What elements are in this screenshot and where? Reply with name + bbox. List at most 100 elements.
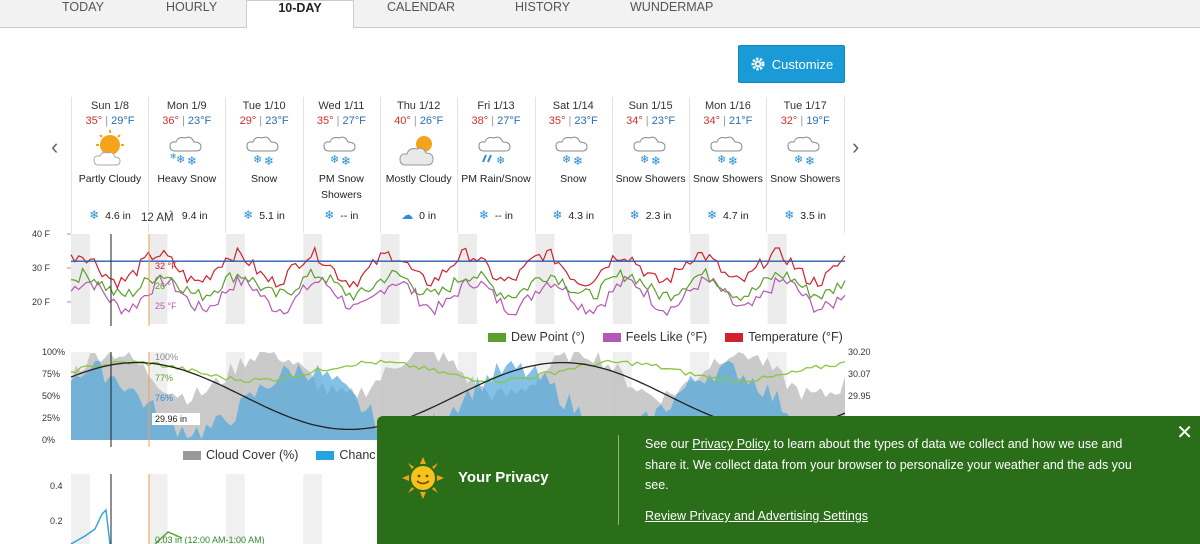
day-high: 35° bbox=[548, 115, 566, 127]
day-column[interactable]: Mon 1/16 34° | 21°F ❄ ❄ Snow Showers ❄ 4.7 in bbox=[689, 97, 768, 233]
day-temps: 29° | 23°F bbox=[226, 115, 303, 127]
tab-hourly[interactable]: HOURLY bbox=[166, 0, 217, 28]
svg-text:❄: ❄ bbox=[805, 154, 815, 168]
svg-text:❄: ❄ bbox=[330, 154, 339, 166]
privacy-text: See our Privacy Policy to learn about th… bbox=[645, 434, 1145, 496]
day-column[interactable]: Sun 1/15 34° | 23°F ❄ ❄ Snow Showers ❄ 2.3 in bbox=[612, 97, 691, 233]
temp-separator: | bbox=[645, 115, 649, 127]
day-precip-amount: 2.3 in bbox=[645, 210, 672, 222]
snow-icon: ❄ ❄ bbox=[612, 129, 689, 171]
night-band bbox=[535, 234, 555, 324]
legend-feels-like[interactable]: Feels Like (°F) bbox=[626, 330, 707, 344]
precip-readout: 0.03 in (12:00 AM-1:00 AM) bbox=[155, 535, 265, 544]
day-date: Mon 1/16 bbox=[704, 100, 751, 112]
temp-separator: | bbox=[259, 115, 263, 127]
privacy-title: Your Privacy bbox=[458, 469, 549, 486]
day-low: 19°F bbox=[806, 115, 830, 127]
dew-point-swatch bbox=[488, 332, 506, 342]
snowflake-icon: ❄ bbox=[479, 208, 490, 222]
day-precip: ☁ 0 in bbox=[380, 208, 457, 222]
night-band bbox=[303, 474, 323, 544]
day-high: 40° bbox=[394, 115, 411, 127]
day-high: 34° bbox=[626, 115, 643, 127]
day-precip: ❄ -- in bbox=[458, 208, 535, 222]
snowflake-icon: ❄ bbox=[552, 208, 563, 222]
customize-button[interactable]: Customize bbox=[738, 45, 845, 83]
temp-y-tick: 20 F bbox=[32, 297, 51, 307]
cloud-readout: 100% bbox=[155, 352, 178, 362]
day-condition: Heavy Snow bbox=[157, 173, 217, 185]
temp-y-tick: 30 F bbox=[32, 263, 51, 273]
temp-separator: | bbox=[491, 115, 495, 127]
night-band bbox=[341, 474, 361, 544]
cloud-readout: 77% bbox=[155, 373, 173, 383]
legend-chance[interactable]: Chanc bbox=[339, 448, 375, 462]
privacy-banner: Your Privacy See our Privacy Policy to l… bbox=[377, 416, 1200, 544]
snowflake-icon: ❄ bbox=[243, 208, 254, 222]
day-precip: ❄ 4.6 in bbox=[72, 208, 148, 222]
day-temps: 40° | 26°F bbox=[380, 115, 457, 127]
svg-text:❄: ❄ bbox=[264, 154, 274, 168]
day-high: 36° bbox=[162, 115, 179, 127]
temp-separator: | bbox=[568, 115, 572, 127]
night-band bbox=[109, 474, 129, 544]
day-date: Mon 1/9 bbox=[166, 100, 207, 112]
night-band bbox=[71, 234, 90, 324]
day-date: Wed 1/11 bbox=[318, 100, 365, 112]
cloud-cover-swatch bbox=[183, 450, 201, 460]
cloud-y-tick: 75% bbox=[42, 369, 60, 379]
day-column[interactable]: Fri 1/13 38° | 27°F ❄ PM Rain/Snow ❄ -- in bbox=[458, 97, 536, 233]
day-condition: Partly Cloudy bbox=[78, 173, 142, 185]
day-column[interactable]: Tue 1/10 29° | 23°F ❄ ❄ Snow ❄ 5.1 in bbox=[226, 97, 304, 233]
next-days-arrow[interactable]: › bbox=[852, 134, 859, 160]
snow-icon: ❄ ❄ bbox=[535, 129, 612, 171]
tab-today[interactable]: TODAY bbox=[62, 0, 104, 28]
temp-separator: | bbox=[800, 115, 804, 127]
privacy-settings-link[interactable]: Review Privacy and Advertising Settings bbox=[645, 509, 868, 523]
snow-icon: ❄ ❄ bbox=[303, 129, 380, 171]
day-date: Sun 1/15 bbox=[628, 100, 673, 112]
day-date: Tue 1/10 bbox=[242, 100, 286, 112]
day-precip-amount: 0 in bbox=[419, 210, 437, 222]
day-temps: 34° | 21°F bbox=[689, 115, 766, 127]
customize-label: Customize bbox=[771, 56, 834, 72]
forecast-tabs: TODAY HOURLY 10-DAY CALENDAR HISTORY WUN… bbox=[0, 0, 1200, 29]
day-column[interactable]: Thu 1/12 40° | 26°F Mostly Cloudy ☁ 0 in bbox=[380, 97, 459, 233]
day-condition: Snow bbox=[560, 173, 587, 185]
day-column[interactable]: Sat 1/14 35° | 23°F ❄ ❄ Snow ❄ 4.3 in bbox=[535, 97, 613, 233]
day-high: 38° bbox=[471, 115, 489, 127]
night-band bbox=[303, 234, 323, 324]
day-precip-amount: 4.6 in bbox=[105, 210, 131, 222]
legend-temperature[interactable]: Temperature (°F) bbox=[748, 330, 843, 344]
tab-calendar[interactable]: CALENDAR bbox=[387, 0, 455, 28]
day-precip: ❄ 2.3 in bbox=[612, 208, 689, 222]
privacy-text-pre: See our bbox=[645, 437, 693, 451]
day-precip-amount: 3.5 in bbox=[800, 210, 826, 222]
rain-snow-icon: ❄ bbox=[458, 129, 535, 171]
svg-text:❄: ❄ bbox=[728, 154, 738, 168]
legend-dew-point[interactable]: Dew Point (°) bbox=[511, 330, 585, 344]
tab-wundermap[interactable]: WUNDERMAP bbox=[630, 0, 713, 28]
close-icon[interactable]: ✕ bbox=[1176, 420, 1193, 445]
cloud-icon: ☁ bbox=[401, 208, 414, 222]
day-low: 23°F bbox=[651, 115, 676, 127]
day-date: Tue 1/17 bbox=[783, 100, 827, 112]
privacy-policy-link[interactable]: Privacy Policy bbox=[692, 437, 770, 451]
tab-10-day[interactable]: 10-DAY bbox=[246, 0, 354, 29]
pressure-y-tick: 30.20 bbox=[848, 347, 871, 357]
day-condition: Mostly Cloudy bbox=[385, 173, 452, 185]
svg-text:❄: ❄ bbox=[717, 154, 726, 166]
ten-day-summary: Sun 1/8 35° | 29°F Partly Cloudy ❄ 4.6 in Mo… bbox=[71, 97, 845, 233]
day-column[interactable]: Tue 1/17 32° | 19°F ❄ ❄ Snow Showers ❄ 3.5 in bbox=[767, 97, 845, 233]
legend-cloud-cover[interactable]: Cloud Cover (%) bbox=[206, 448, 298, 462]
day-precip-amount: 9.4 in bbox=[181, 210, 208, 222]
temp-separator: | bbox=[182, 115, 185, 127]
night-band bbox=[187, 474, 207, 544]
tab-history[interactable]: HISTORY bbox=[515, 0, 570, 28]
day-column[interactable]: Wed 1/11 35° | 27°F ❄ ❄ PM Snow Showers ❄ -- … bbox=[303, 97, 381, 233]
snow-icon: ❄ ❄ bbox=[689, 129, 766, 171]
previous-days-arrow[interactable]: ‹ bbox=[51, 134, 58, 160]
day-temps: 34° | 23°F bbox=[612, 115, 689, 127]
temp-separator: | bbox=[723, 115, 726, 127]
day-column[interactable]: Sun 1/8 35° | 29°F Partly Cloudy ❄ 4.6 in bbox=[71, 97, 149, 233]
